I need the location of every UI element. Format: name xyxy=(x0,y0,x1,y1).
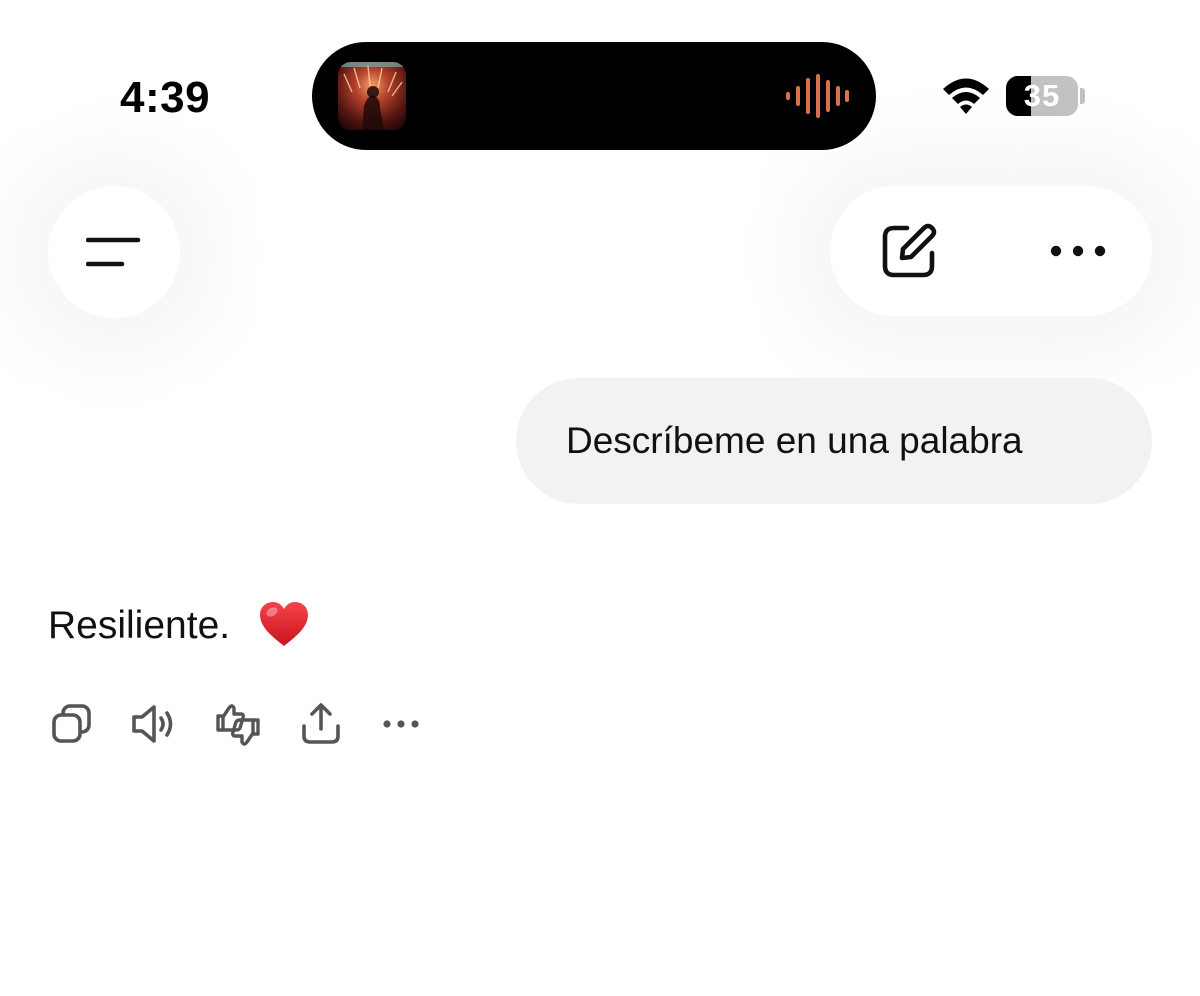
user-message-bubble[interactable]: Descríbeme en una palabra xyxy=(516,378,1152,504)
battery-percent: 35 xyxy=(1023,78,1061,113)
copy-icon xyxy=(52,704,91,743)
new-chat-button[interactable] xyxy=(840,186,980,316)
ellipsis-icon xyxy=(1050,245,1106,257)
battery-indicator: 35 xyxy=(1006,76,1078,116)
share-button[interactable] xyxy=(297,700,345,748)
menu-button[interactable] xyxy=(48,186,180,318)
read-aloud-button[interactable] xyxy=(130,700,178,748)
status-time: 4:39 xyxy=(120,73,211,122)
assistant-message-text: Resiliente. xyxy=(48,604,231,647)
more-options-button[interactable] xyxy=(1008,186,1148,316)
thumbs-icon xyxy=(216,704,260,746)
heart-emoji xyxy=(257,599,311,649)
battery-tip xyxy=(1080,88,1085,104)
waveform-icon xyxy=(784,72,850,120)
dynamic-island[interactable] xyxy=(312,42,876,150)
compose-icon xyxy=(882,223,937,278)
more-actions-button[interactable] xyxy=(378,700,426,748)
feedback-button[interactable] xyxy=(214,700,262,748)
header-actions xyxy=(830,186,1152,316)
assistant-message: Resiliente. xyxy=(48,596,311,656)
ellipsis-icon xyxy=(383,720,419,728)
copy-button[interactable] xyxy=(48,700,96,748)
user-message-text: Descríbeme en una palabra xyxy=(566,420,1023,461)
speaker-icon xyxy=(132,705,173,743)
wifi-icon xyxy=(940,74,992,118)
album-art-icon xyxy=(338,62,406,130)
share-icon xyxy=(302,703,340,744)
menu-icon xyxy=(86,237,141,267)
